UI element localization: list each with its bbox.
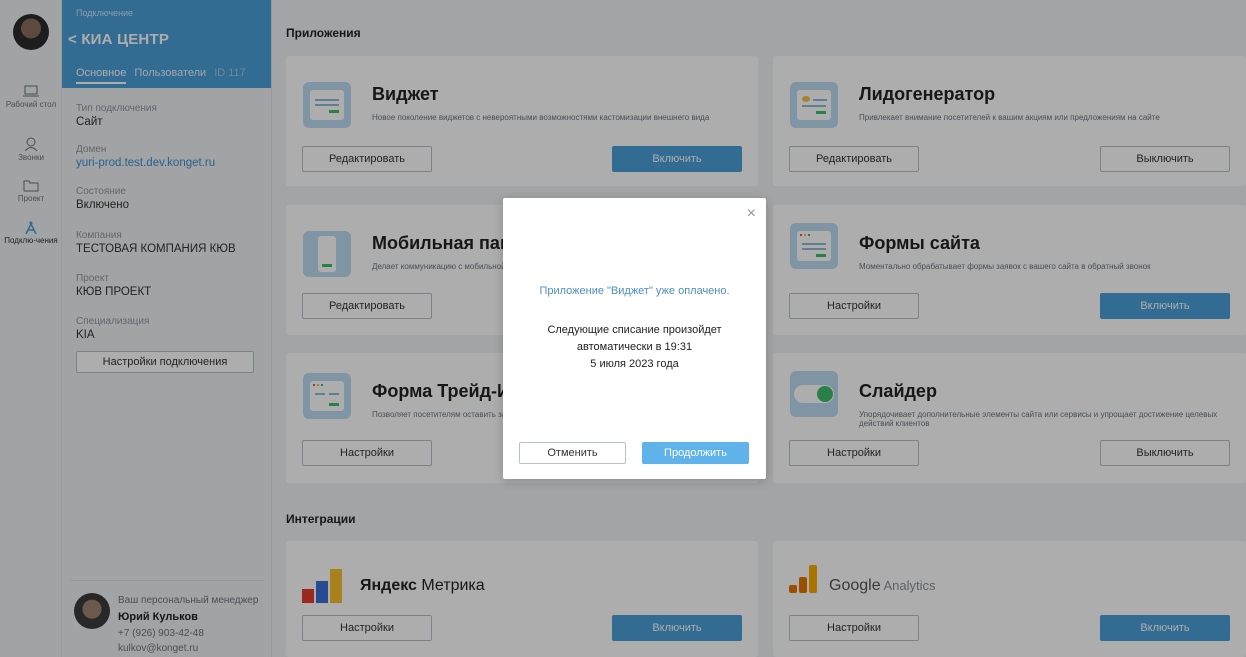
continue-button[interactable]: Продолжить bbox=[642, 442, 749, 464]
cancel-button[interactable]: Отменить bbox=[519, 442, 626, 464]
close-icon[interactable]: × bbox=[747, 206, 756, 222]
payment-confirm-dialog: × Приложение "Виджет" уже оплачено. След… bbox=[503, 198, 766, 479]
paid-message: Приложение "Виджет" уже оплачено. bbox=[539, 285, 730, 297]
next-charge-message: Следующие списание произойдет автоматиче… bbox=[547, 324, 722, 370]
